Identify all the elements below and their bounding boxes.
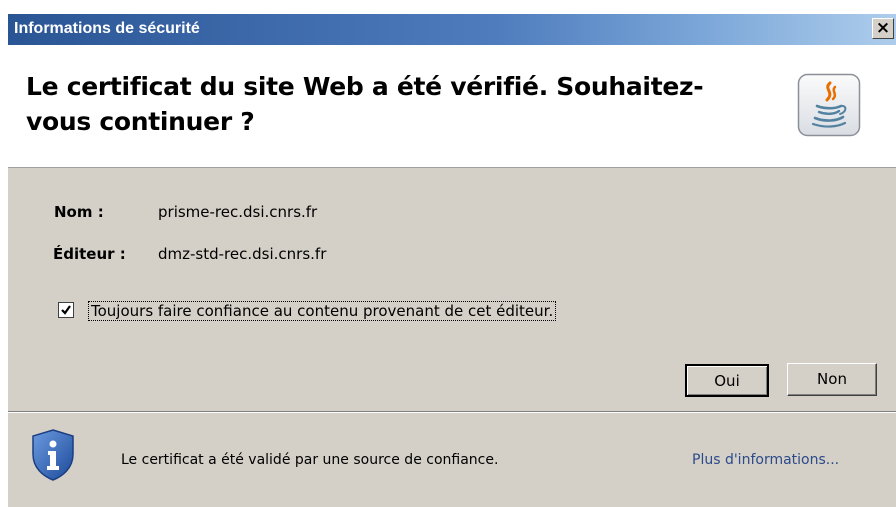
trust-checkbox[interactable] (58, 302, 74, 318)
name-label: Nom : (54, 203, 104, 221)
java-icon (797, 73, 861, 137)
dialog-header: Le certificat du site Web a été vérifié.… (8, 45, 896, 168)
more-info-link[interactable]: Plus d'informations... (692, 452, 839, 468)
checkmark-icon (61, 305, 71, 315)
security-dialog: Informations de sécurité × Le certificat… (8, 14, 896, 507)
dialog-heading: Le certificat du site Web a été vérifié.… (26, 72, 704, 136)
publisher-value: dmz-std-rec.dsi.cnrs.fr (158, 245, 327, 263)
no-button[interactable]: Non (787, 363, 877, 396)
trust-checkbox-label[interactable]: Toujours faire confiance au contenu prov… (88, 301, 557, 321)
yes-button[interactable]: Oui (685, 364, 769, 397)
name-value: prisme-rec.dsi.cnrs.fr (158, 203, 318, 221)
info-shield-icon (32, 429, 74, 481)
footer-divider (8, 411, 896, 413)
publisher-label: Éditeur : (53, 245, 126, 263)
title-bar[interactable]: Informations de sécurité × (8, 14, 896, 45)
window-title: Informations de sécurité (14, 20, 200, 37)
close-button[interactable]: × (872, 18, 894, 39)
footer-message: Le certificat a été validé par une sourc… (121, 452, 499, 468)
